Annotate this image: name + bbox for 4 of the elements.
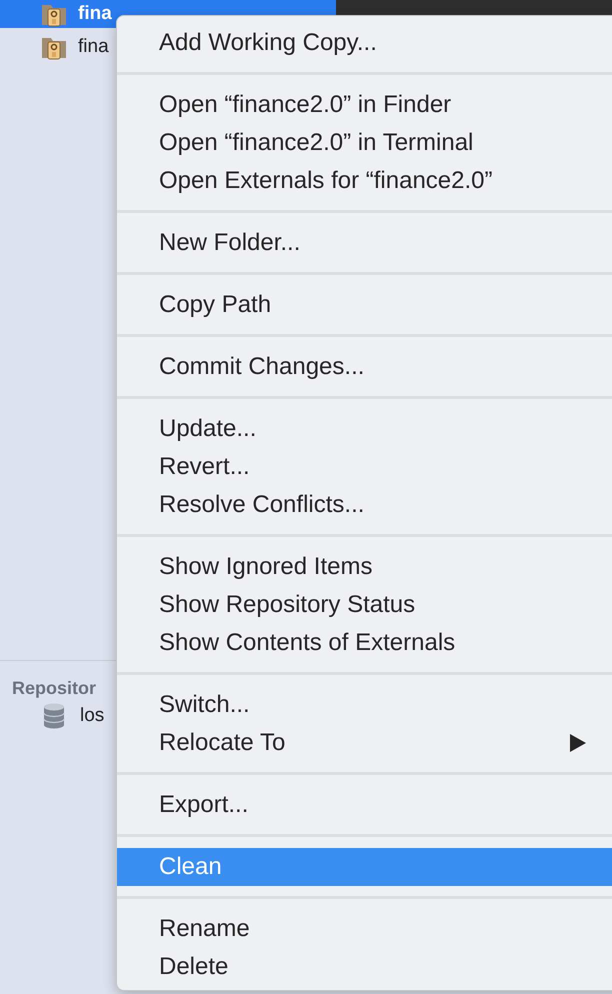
repository-name: los xyxy=(80,705,104,727)
section-header: Repositor xyxy=(12,677,96,699)
working-copy-name: fina xyxy=(78,36,109,58)
working-copy-name: fina xyxy=(78,3,112,25)
